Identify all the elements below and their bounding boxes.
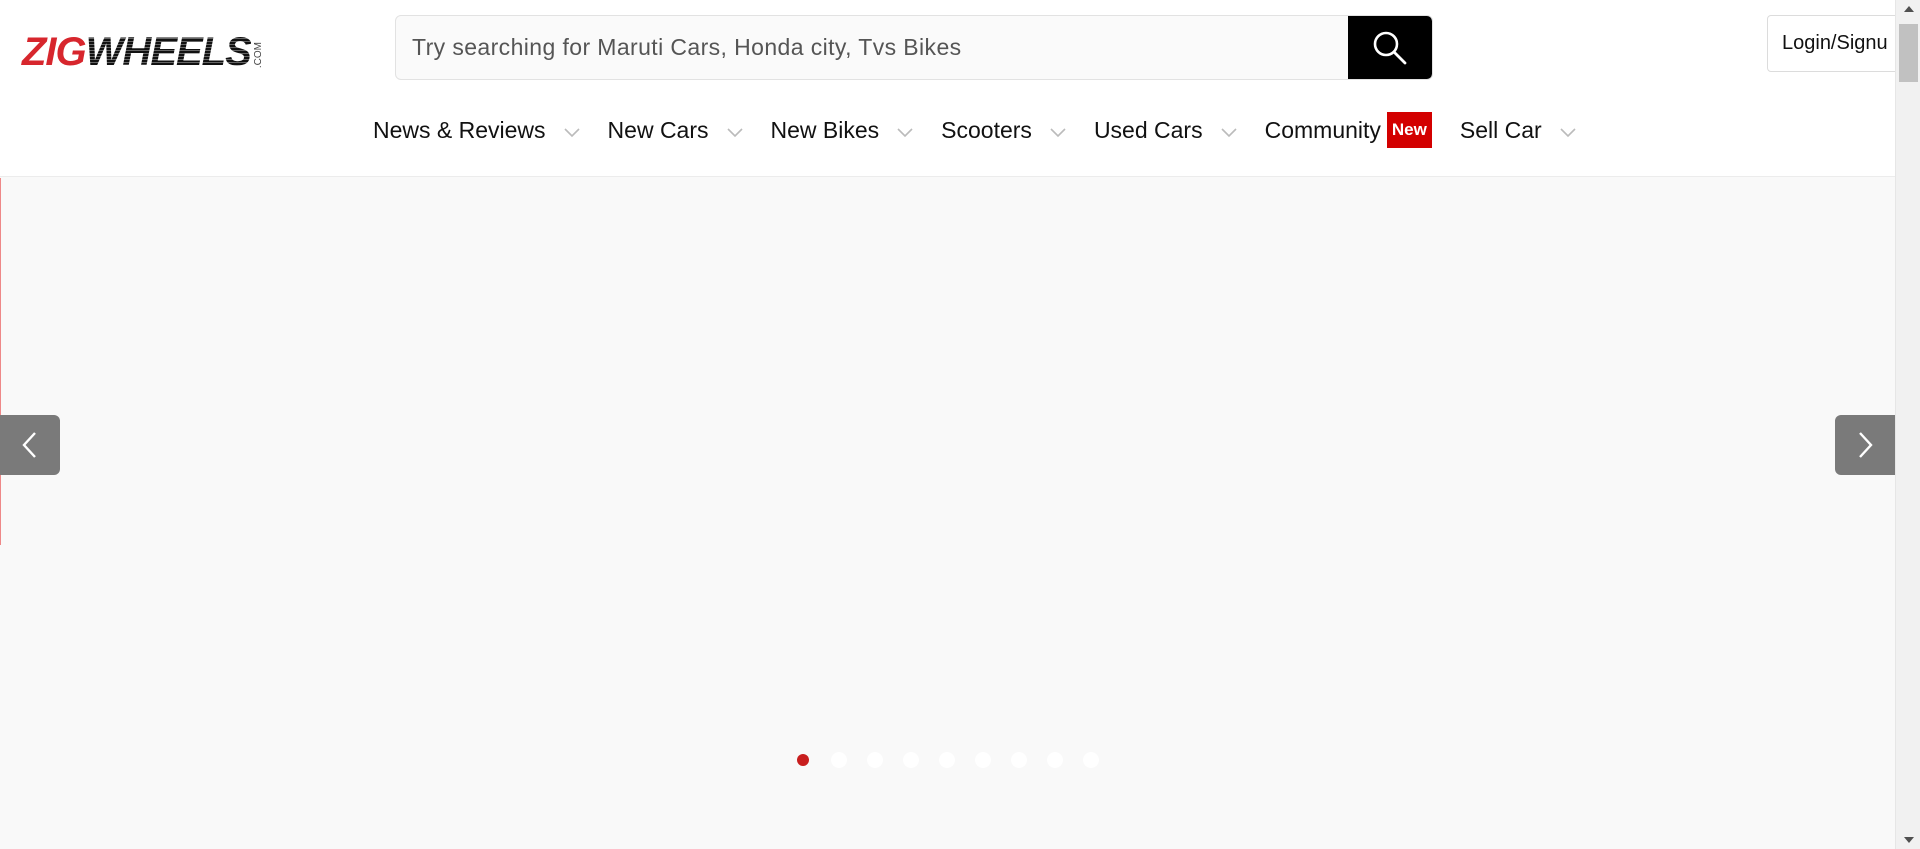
carousel-dot[interactable] xyxy=(1083,752,1099,768)
carousel-next-button[interactable] xyxy=(1835,415,1895,475)
login-signup-button[interactable]: Login/Signu xyxy=(1767,15,1895,72)
main-nav: News & Reviews New Cars New Bikes Scoote… xyxy=(373,110,1604,150)
search-bar xyxy=(395,15,1433,80)
chevron-down-icon xyxy=(563,117,580,144)
new-badge: New xyxy=(1386,112,1432,148)
carousel-dot[interactable] xyxy=(975,752,991,768)
scrollbar-thumb[interactable] xyxy=(1899,24,1918,82)
scroll-up-arrow-icon[interactable] xyxy=(1896,0,1920,18)
nav-community[interactable]: Community New xyxy=(1265,112,1432,148)
scroll-down-arrow-icon[interactable] xyxy=(1896,831,1920,849)
logo-com: .COM xyxy=(252,41,264,68)
search-button[interactable] xyxy=(1348,16,1432,79)
carousel-dot[interactable] xyxy=(1047,752,1063,768)
search-icon xyxy=(1373,31,1407,64)
nav-sell-car[interactable]: Sell Car xyxy=(1460,117,1576,144)
search-input[interactable] xyxy=(396,16,1348,79)
carousel-dot[interactable] xyxy=(939,752,955,768)
carousel-dot[interactable] xyxy=(1011,752,1027,768)
slide-edge xyxy=(0,178,1,545)
site-header: ZIGWHEELS .COM Login/Signu News & Review… xyxy=(0,0,1895,177)
carousel-prev-button[interactable] xyxy=(0,415,60,475)
carousel-dot[interactable] xyxy=(867,752,883,768)
zigwheels-logo[interactable]: ZIGWHEELS .COM xyxy=(22,32,302,72)
page: ZIGWHEELS .COM Login/Signu News & Review… xyxy=(0,0,1895,849)
nav-label: Scooters xyxy=(941,116,1032,143)
nav-new-cars[interactable]: New Cars xyxy=(608,117,743,144)
nav-label: News & Reviews xyxy=(373,116,546,143)
hero-carousel xyxy=(0,178,1895,849)
carousel-dot[interactable] xyxy=(831,752,847,768)
chevron-down-icon xyxy=(1221,117,1237,144)
nav-label: New Bikes xyxy=(770,116,880,143)
carousel-pagination xyxy=(795,752,1119,768)
chevron-left-icon xyxy=(22,432,36,458)
nav-new-bikes[interactable]: New Bikes xyxy=(771,117,914,144)
nav-label: New Cars xyxy=(607,116,709,143)
vertical-scrollbar[interactable] xyxy=(1895,0,1920,849)
nav-label: Used Cars xyxy=(1093,116,1203,143)
chevron-down-icon xyxy=(897,117,913,144)
nav-scooters[interactable]: Scooters xyxy=(941,117,1066,144)
nav-label: Sell Car xyxy=(1459,116,1542,143)
nav-label: Community xyxy=(1264,116,1381,143)
chevron-right-icon xyxy=(1859,432,1873,458)
chevron-down-icon xyxy=(726,117,743,144)
chevron-down-icon xyxy=(1050,117,1066,144)
nav-used-cars[interactable]: Used Cars xyxy=(1094,117,1237,144)
chevron-down-icon xyxy=(1560,117,1576,144)
logo-wordmark: ZIGWHEELS xyxy=(22,30,252,74)
carousel-dot[interactable] xyxy=(903,752,919,768)
nav-news-reviews[interactable]: News & Reviews xyxy=(373,117,580,144)
carousel-dot[interactable] xyxy=(797,754,809,766)
